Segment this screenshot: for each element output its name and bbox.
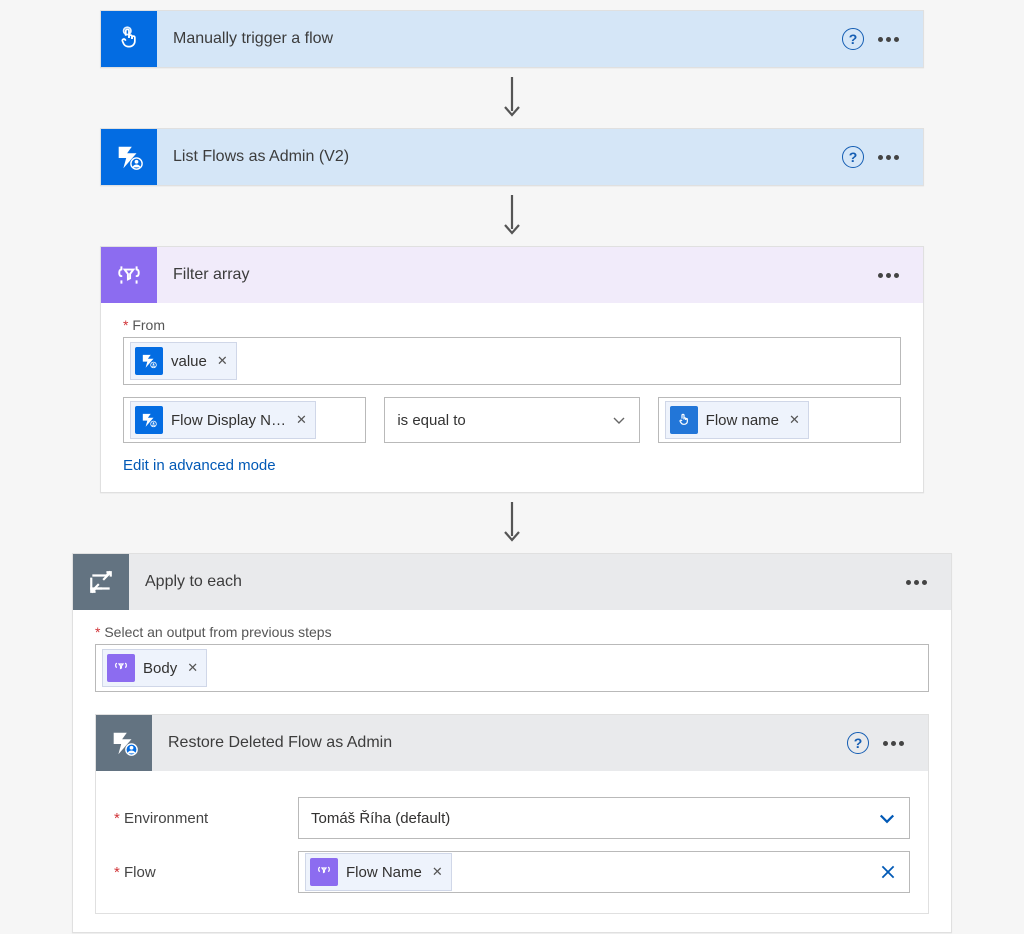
- flow-input[interactable]: Flow Name ✕: [298, 851, 910, 893]
- filter-array-card[interactable]: Filter array * From value ✕: [100, 246, 924, 493]
- token-label: value: [171, 353, 207, 370]
- trigger-card[interactable]: Manually trigger a flow ?: [100, 10, 924, 68]
- connector-arrow: [501, 493, 523, 553]
- edit-advanced-link[interactable]: Edit in advanced mode: [123, 457, 276, 474]
- token-label: Flow name: [706, 412, 779, 429]
- connector-arrow: [501, 186, 523, 246]
- list-flows-title: List Flows as Admin (V2): [157, 148, 842, 166]
- more-menu-icon[interactable]: [870, 149, 907, 166]
- flow-name-token[interactable]: Flow name ✕: [665, 401, 809, 439]
- select-output-label: * Select an output from previous steps: [95, 624, 929, 640]
- more-menu-icon[interactable]: [870, 267, 907, 284]
- more-menu-icon[interactable]: [870, 31, 907, 48]
- select-output-input[interactable]: Body ✕: [95, 644, 929, 692]
- filter-left-operand[interactable]: Flow Display N… ✕: [123, 397, 366, 443]
- restore-flow-title: Restore Deleted Flow as Admin: [152, 734, 847, 752]
- remove-token-icon[interactable]: ✕: [432, 864, 443, 880]
- environment-value: Tomáš Říha (default): [311, 810, 450, 827]
- loop-icon: [73, 554, 129, 610]
- body-token[interactable]: Body ✕: [102, 649, 207, 687]
- remove-token-icon[interactable]: ✕: [296, 412, 307, 428]
- help-icon[interactable]: ?: [847, 732, 869, 754]
- token-label: Body: [143, 660, 177, 677]
- from-label: * From: [123, 317, 901, 333]
- flow-name-token[interactable]: Flow Name ✕: [305, 853, 452, 891]
- chevron-down-icon: [611, 412, 627, 428]
- token-label: Flow Display N…: [171, 412, 286, 429]
- more-menu-icon[interactable]: [898, 574, 935, 591]
- clear-icon[interactable]: [879, 863, 897, 881]
- filter-right-operand[interactable]: Flow name ✕: [658, 397, 901, 443]
- restore-flow-card[interactable]: Restore Deleted Flow as Admin ? * Enviro…: [95, 714, 929, 914]
- help-icon[interactable]: ?: [842, 146, 864, 168]
- flow-display-name-token[interactable]: Flow Display N… ✕: [130, 401, 316, 439]
- environment-label: * Environment: [114, 810, 284, 827]
- admin-flows-icon: [96, 715, 152, 771]
- apply-to-each-title: Apply to each: [129, 573, 898, 591]
- chevron-down-icon: [877, 808, 897, 828]
- touch-icon: [101, 11, 157, 67]
- flow-label: * Flow: [114, 864, 284, 881]
- apply-to-each-card[interactable]: Apply to each * Select an output from pr…: [72, 553, 952, 933]
- filter-operator-select[interactable]: is equal to: [384, 397, 639, 443]
- environment-select[interactable]: Tomáš Říha (default): [298, 797, 910, 839]
- admin-flows-icon: [101, 129, 157, 185]
- filter-icon: [101, 247, 157, 303]
- token-label: Flow Name: [346, 864, 422, 881]
- operator-label: is equal to: [397, 412, 465, 429]
- remove-token-icon[interactable]: ✕: [187, 660, 198, 676]
- remove-token-icon[interactable]: ✕: [217, 353, 228, 369]
- from-input[interactable]: value ✕: [123, 337, 901, 385]
- help-icon[interactable]: ?: [842, 28, 864, 50]
- trigger-title: Manually trigger a flow: [157, 30, 842, 48]
- list-flows-card[interactable]: List Flows as Admin (V2) ?: [100, 128, 924, 186]
- more-menu-icon[interactable]: [875, 735, 912, 752]
- filter-array-title: Filter array: [157, 266, 870, 284]
- value-token[interactable]: value ✕: [130, 342, 237, 380]
- remove-token-icon[interactable]: ✕: [789, 412, 800, 428]
- connector-arrow: [501, 68, 523, 128]
